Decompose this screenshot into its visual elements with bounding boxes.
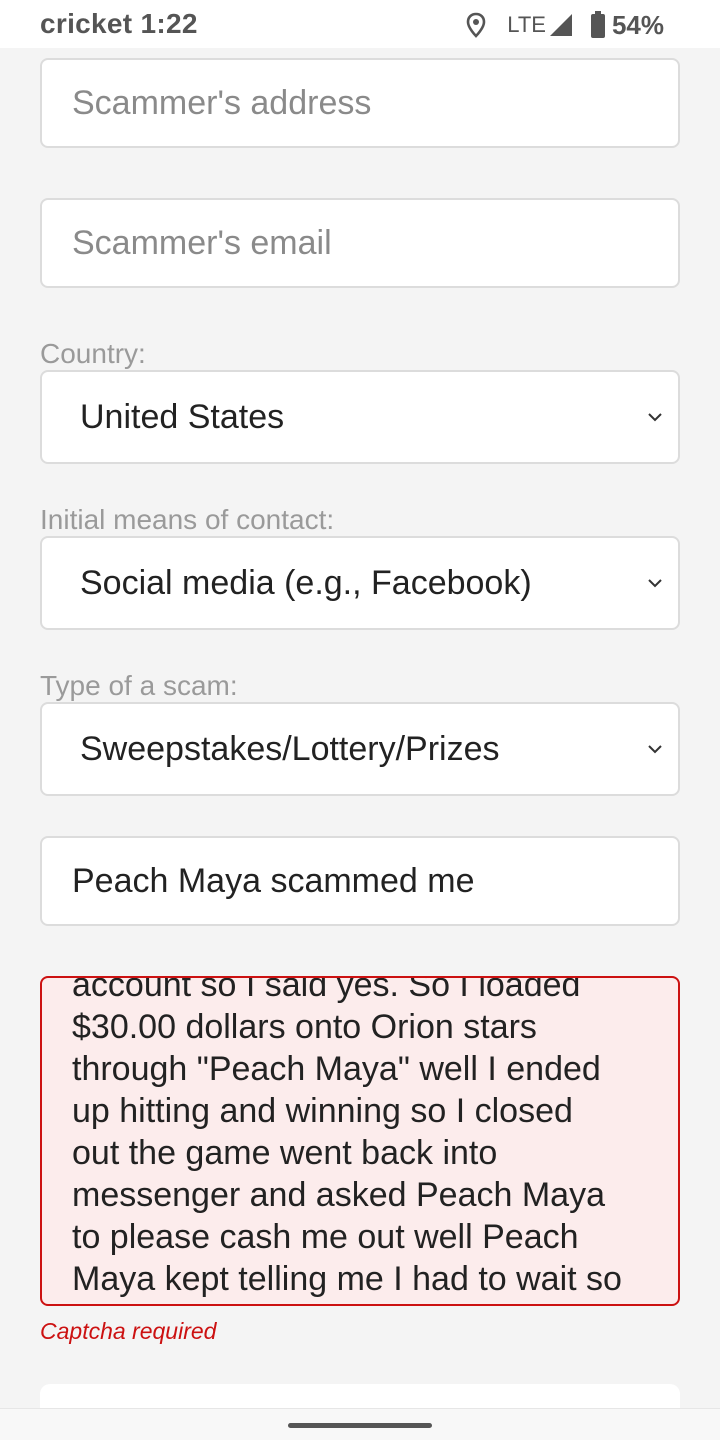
status-icons: LTE 54% [453,8,664,42]
scam-type-label: Type of a scam: [40,670,238,701]
description-line: up hitting and winning so I closed [72,1092,573,1130]
contact-means-select[interactable]: Social media (e.g., Facebook) [40,536,680,630]
description-line: messenger and asked Peach Maya [72,1176,605,1214]
description-line: $30.00 dollars onto Orion stars [72,1008,537,1046]
home-gesture-handle[interactable] [288,1423,432,1428]
description-line: out the game went back into [72,1134,498,1172]
chevron-down-icon [648,413,662,422]
scammer-address-input[interactable]: Scammer's address [40,58,680,148]
scam-title-input[interactable]: Peach Maya scammed me [40,836,680,926]
scammer-address-placeholder: Scammer's address [72,83,372,122]
description-line: through "Peach Maya" well I ended [72,1050,601,1088]
navigation-bar [0,1408,720,1440]
description-line: account so I said yes. So I loaded [72,976,581,1004]
description-line: to please cash me out well Peach [72,1218,579,1256]
chevron-down-icon [648,579,662,588]
contact-means-label: Initial means of contact: [40,504,335,535]
scam-type-select[interactable]: Sweepstakes/Lottery/Prizes [40,702,680,796]
signal-icon [548,12,574,38]
description-textarea[interactable]: account so I said yes. So I loaded $30.0… [40,976,680,1306]
network-type: LTE [507,12,546,37]
scam-title-value: Peach Maya scammed me [72,861,475,900]
chevron-down-icon [648,745,662,754]
carrier-time: cricket 1:22 [40,8,198,39]
battery-percent: 54% [611,9,664,40]
battery-icon [590,11,606,39]
scammer-email-input[interactable]: Scammer's email [40,198,680,288]
country-select[interactable]: United States [40,370,680,464]
description-text: account so I said yes. So I loaded $30.0… [72,976,662,1300]
captcha-error-message: Captcha required [40,1318,217,1344]
country-selected-value: United States [80,397,285,436]
description-line: Maya kept telling me I had to wait so [72,1260,622,1298]
scammer-email-placeholder: Scammer's email [72,223,332,262]
scam-type-selected-value: Sweepstakes/Lottery/Prizes [80,729,500,768]
country-label: Country: [40,338,146,369]
location-icon [465,12,487,38]
status-bar: cricket 1:22 LTE 54% [0,0,720,48]
contact-means-selected-value: Social media (e.g., Facebook) [80,563,532,602]
